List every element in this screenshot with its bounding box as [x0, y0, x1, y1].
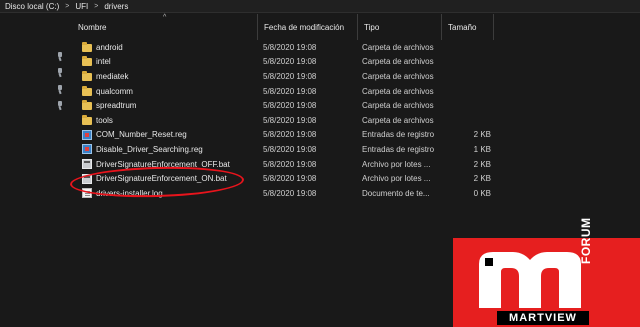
file-type: Archivo por lotes ...: [362, 174, 431, 184]
pin-icon[interactable]: [56, 68, 65, 77]
file-date: 5/8/2020 19:08: [263, 144, 317, 154]
folder-icon: [82, 56, 92, 67]
file-date: 5/8/2020 19:08: [263, 159, 317, 169]
column-header-row: ^ Nombre Fecha de modificación Tipo Tama…: [72, 14, 640, 40]
folder-icon: [82, 100, 92, 111]
column-header-type-label: Tipo: [364, 22, 380, 32]
file-date: 5/8/2020 19:08: [263, 42, 317, 52]
file-row[interactable]: Disable_Driver_Searching.reg 5/8/2020 19…: [72, 142, 640, 157]
file-date: 5/8/2020 19:08: [263, 174, 317, 184]
pin-icon[interactable]: [56, 52, 65, 61]
column-header-name[interactable]: Nombre: [72, 14, 258, 40]
column-header-date[interactable]: Fecha de modificación: [258, 14, 358, 40]
file-type: Carpeta de archivos: [362, 42, 434, 52]
file-date: 5/8/2020 19:08: [263, 86, 317, 96]
file-size: [445, 55, 491, 70]
navigation-pane: [0, 14, 68, 327]
breadcrumb-item-drivers[interactable]: drivers: [104, 2, 128, 11]
folder-icon: [82, 70, 92, 81]
file-date: 5/8/2020 19:08: [263, 71, 317, 81]
file-row[interactable]: mediatek 5/8/2020 19:08 Carpeta de archi…: [72, 69, 640, 84]
column-header-size[interactable]: Tamaño: [442, 14, 494, 40]
file-row[interactable]: qualcomm 5/8/2020 19:08 Carpeta de archi…: [72, 84, 640, 99]
file-name: mediatek: [96, 71, 129, 81]
registry-file-icon: [82, 144, 92, 155]
address-bar[interactable]: Disco local (C:) > UFI > drivers: [0, 0, 640, 13]
pin-icon[interactable]: [56, 85, 65, 94]
martview-forum-logo: FORUM MARTVIEW: [453, 218, 640, 327]
file-type: Carpeta de archivos: [362, 101, 434, 111]
file-type: Carpeta de archivos: [362, 115, 434, 125]
file-date: 5/8/2020 19:08: [263, 57, 317, 67]
column-header-date-label: Fecha de modificación: [264, 22, 345, 32]
file-size: [445, 69, 491, 84]
folder-icon: [82, 114, 92, 125]
file-name: COM_Number_Reset.reg: [96, 130, 187, 140]
chevron-right-icon: >: [94, 2, 99, 10]
registry-file-icon: [82, 129, 92, 140]
file-size: 1 KB: [473, 144, 491, 154]
pin-icon[interactable]: [56, 101, 65, 110]
column-header-size-label: Tamaño: [448, 22, 477, 32]
file-size: 0 KB: [473, 188, 491, 198]
file-name: android: [96, 42, 123, 52]
file-date: 5/8/2020 19:08: [263, 188, 317, 198]
file-type: Carpeta de archivos: [362, 57, 434, 67]
file-name: tools: [96, 115, 113, 125]
logo-brand-text: MARTVIEW: [497, 311, 589, 325]
file-type: Carpeta de archivos: [362, 71, 434, 81]
file-row[interactable]: android 5/8/2020 19:08 Carpeta de archiv…: [72, 40, 640, 55]
file-size: [445, 98, 491, 113]
file-type: Documento de te...: [362, 188, 430, 198]
file-type: Archivo por lotes ...: [362, 159, 431, 169]
file-name: spreadtrum: [96, 101, 137, 111]
file-name: qualcomm: [96, 86, 133, 96]
breadcrumb-item-drive[interactable]: Disco local (C:): [5, 2, 59, 11]
file-date: 5/8/2020 19:08: [263, 130, 317, 140]
file-size: [445, 84, 491, 99]
file-size: 2 KB: [473, 130, 491, 140]
folder-icon: [82, 85, 92, 96]
file-size: [445, 40, 491, 55]
file-size: 2 KB: [473, 174, 491, 184]
file-row[interactable]: COM_Number_Reset.reg 5/8/2020 19:08 Entr…: [72, 128, 640, 143]
file-date: 5/8/2020 19:08: [263, 101, 317, 111]
file-type: Entradas de registro: [362, 130, 435, 140]
breadcrumb-item-ufi[interactable]: UFI: [75, 2, 88, 11]
file-type: Carpeta de archivos: [362, 86, 434, 96]
file-row[interactable]: tools 5/8/2020 19:08 Carpeta de archivos: [72, 113, 640, 128]
file-size: [445, 113, 491, 128]
chevron-right-icon: >: [65, 2, 70, 10]
file-size: 2 KB: [473, 159, 491, 169]
file-name: intel: [96, 57, 111, 67]
logo-forum-text: FORUM: [579, 217, 593, 265]
file-type: Entradas de registro: [362, 144, 435, 154]
file-date: 5/8/2020 19:08: [263, 115, 317, 125]
logo-m-mark: [479, 252, 581, 308]
file-row[interactable]: intel 5/8/2020 19:08 Carpeta de archivos: [72, 55, 640, 70]
folder-icon: [82, 41, 92, 52]
column-header-name-label: Nombre: [78, 22, 107, 32]
column-header-type[interactable]: Tipo: [358, 14, 442, 40]
file-row[interactable]: spreadtrum 5/8/2020 19:08 Carpeta de arc…: [72, 98, 640, 113]
file-name: Disable_Driver_Searching.reg: [96, 144, 203, 154]
batch-file-icon: [82, 159, 92, 170]
